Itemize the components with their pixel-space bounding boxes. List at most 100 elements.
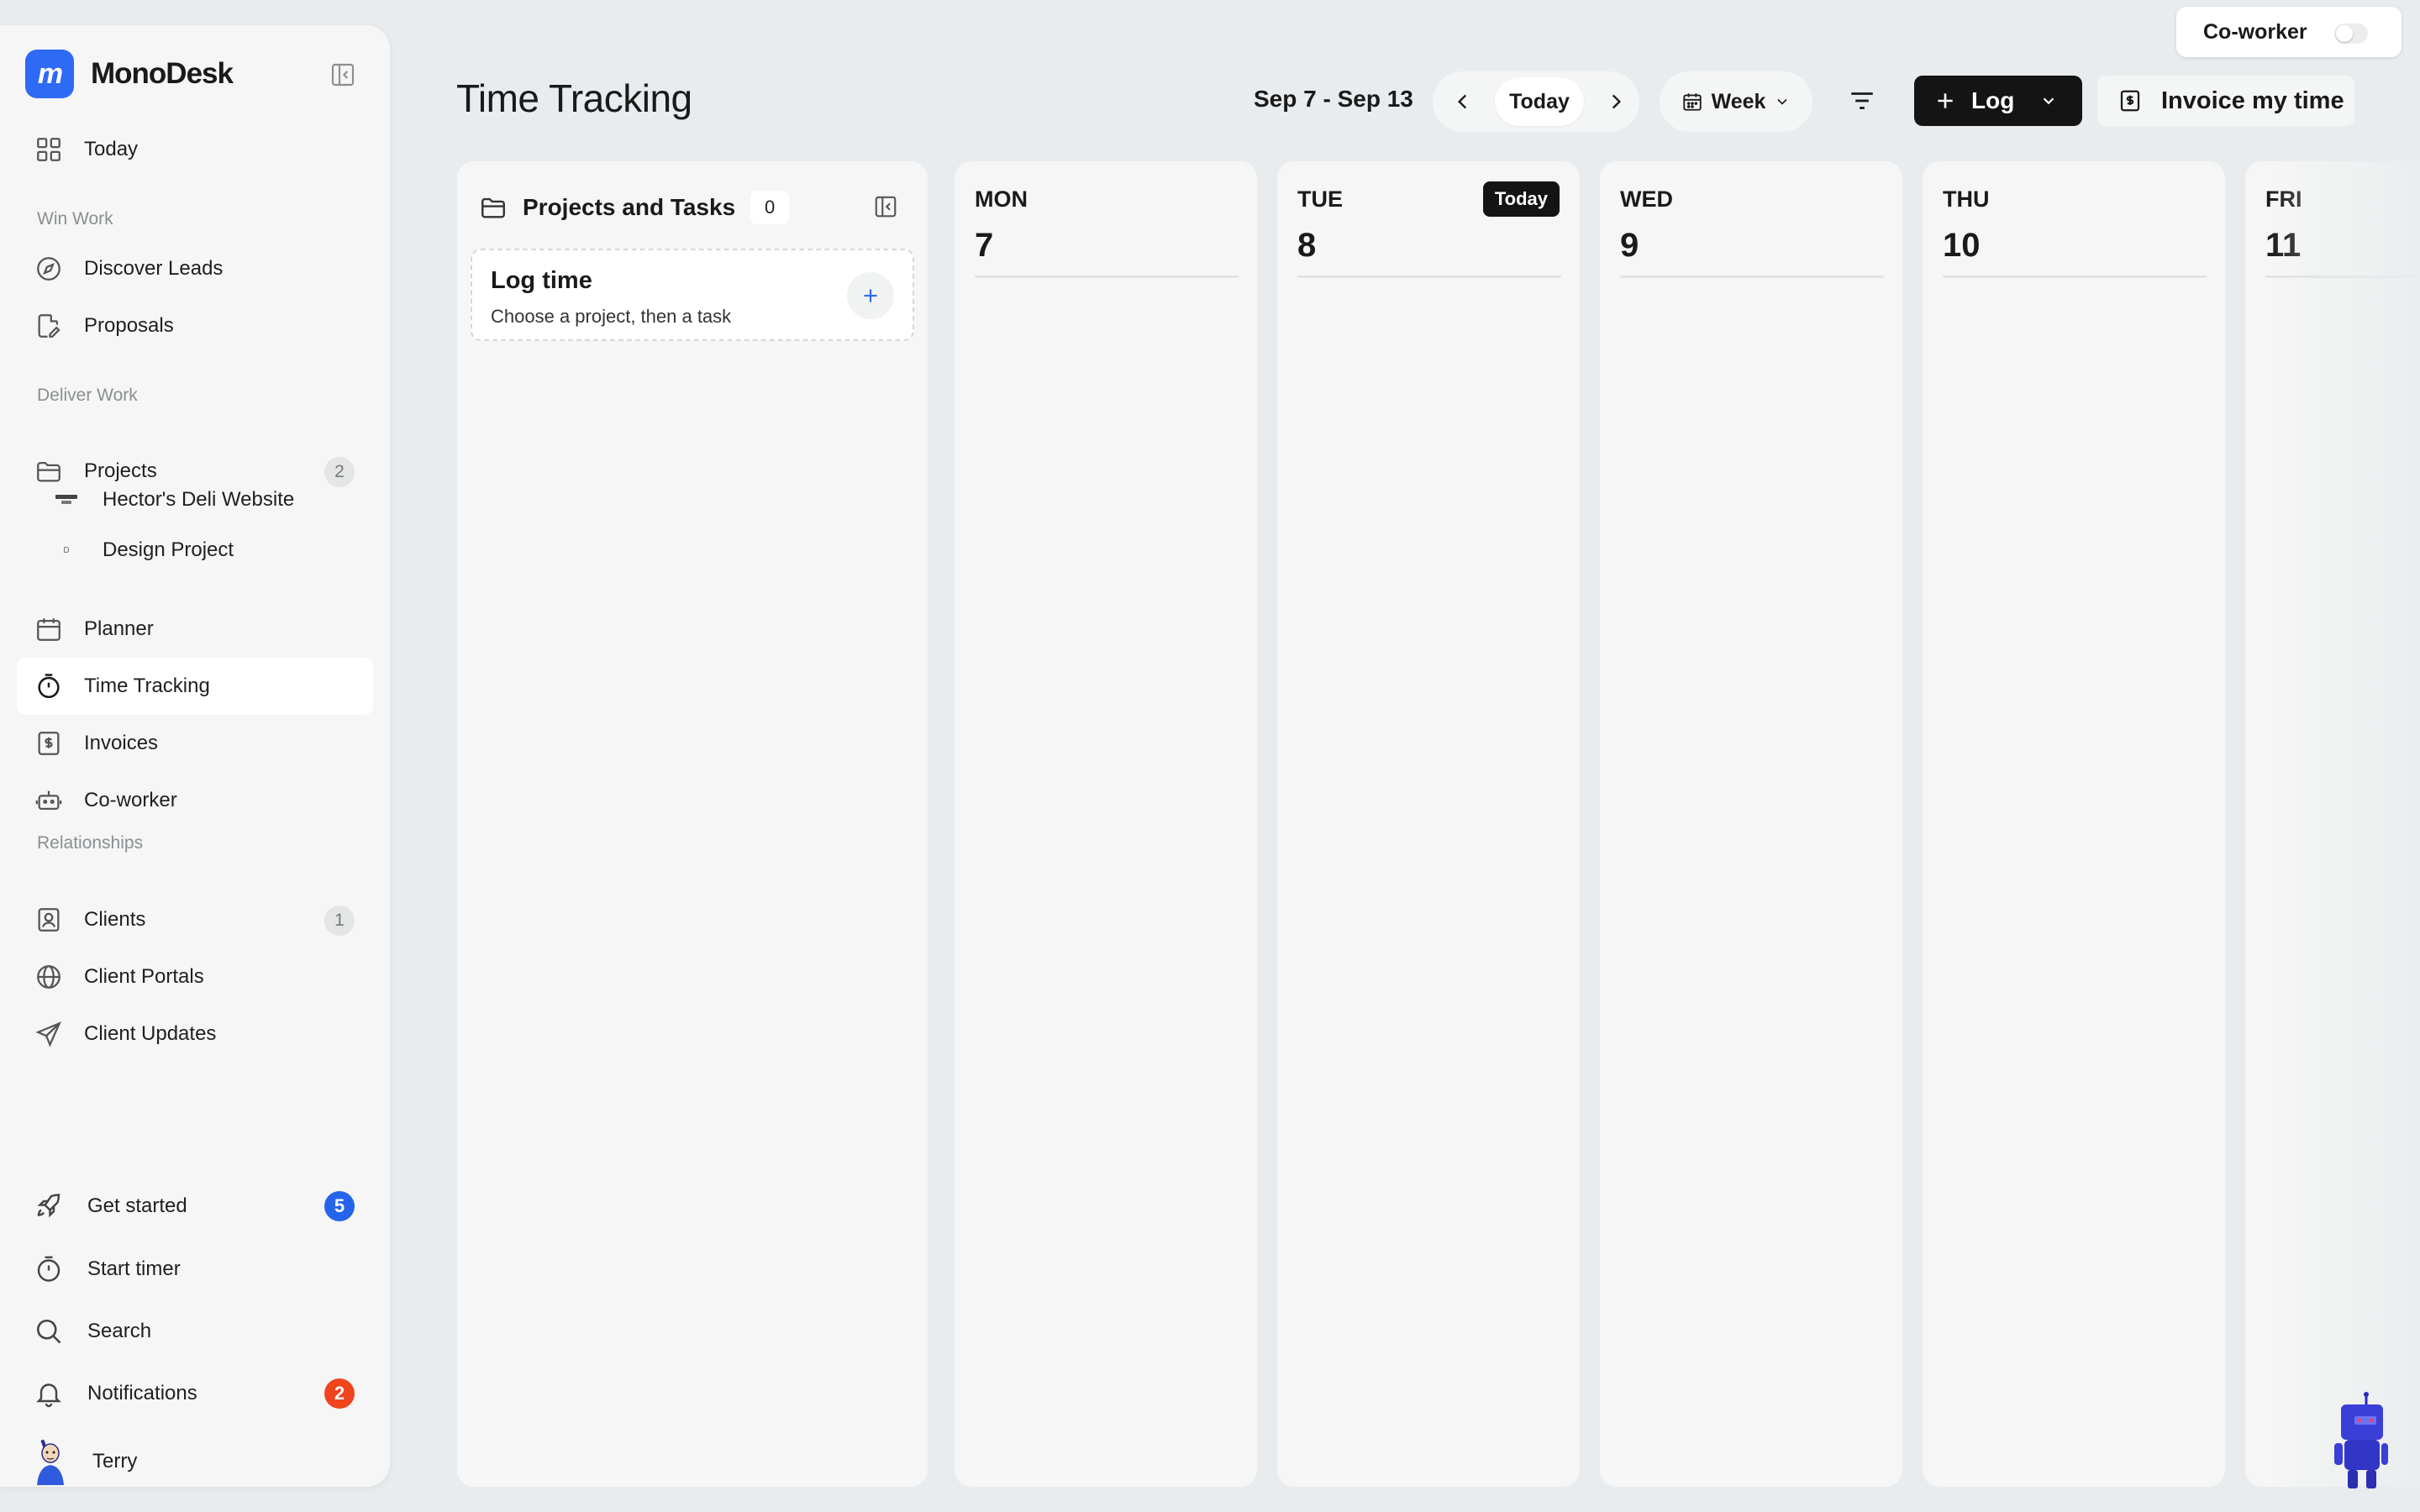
log-time-title: Log time <box>491 267 592 294</box>
day-divider <box>1620 276 1884 278</box>
calendar-icon <box>1682 93 1702 111</box>
coworker-robot-icon[interactable] <box>2329 1391 2390 1492</box>
day-column-mon[interactable]: MON 7 <box>955 161 1257 1487</box>
collapse-sidebar-button[interactable] <box>329 61 356 88</box>
switch-knob <box>2336 25 2353 42</box>
dollar-document-icon <box>2120 90 2140 112</box>
chevron-left-icon <box>1457 94 1467 109</box>
contact-card-icon <box>34 905 64 935</box>
today-button[interactable]: Today <box>1495 77 1584 126</box>
sidebar-item-coworker[interactable]: Co-worker <box>17 772 373 829</box>
sidebar-item-planner[interactable]: Planner <box>17 601 373 658</box>
projects-panel-title: Projects and Tasks <box>523 194 736 220</box>
plus-icon <box>1938 93 1953 108</box>
previous-week-button[interactable] <box>1439 78 1486 125</box>
day-divider <box>1297 276 1561 278</box>
sidebar-item-label: Client Portals <box>84 965 204 988</box>
log-button[interactable]: Log <box>1914 76 2082 126</box>
invoice-my-time-button[interactable]: Invoice my time <box>2097 76 2354 126</box>
chevron-down-icon <box>1777 98 1788 105</box>
rocket-icon <box>34 1191 64 1221</box>
view-select-label: Week <box>1711 89 1766 113</box>
day-number: 10 <box>1943 227 1981 264</box>
project-thumbnail <box>54 491 79 509</box>
day-column-tue[interactable]: TUE Today 8 <box>1277 161 1580 1487</box>
sidebar-item-get-started[interactable]: Get started 5 <box>17 1178 373 1235</box>
sidebar-item-label: Proposals <box>84 314 174 337</box>
sidebar-item-label: Client Updates <box>84 1022 217 1045</box>
coworker-switch[interactable] <box>2334 24 2368 44</box>
day-name: WED <box>1620 186 1673 212</box>
sidebar-item-discover-leads[interactable]: Discover Leads <box>17 240 373 297</box>
sidebar-item-label: Search <box>87 1320 152 1342</box>
sidebar-item-start-timer[interactable]: Start timer <box>17 1241 373 1298</box>
day-column-thu[interactable]: THU 10 <box>1923 161 2225 1487</box>
get-started-count-badge: 5 <box>324 1191 355 1221</box>
day-column-wed[interactable]: WED 9 <box>1600 161 1902 1487</box>
day-name: THU <box>1943 186 1990 212</box>
log-time-card[interactable]: Log time Choose a project, then a task <box>471 249 914 341</box>
stopwatch-icon <box>34 1254 64 1284</box>
panel-collapse-icon <box>875 196 897 218</box>
compass-icon <box>34 254 64 284</box>
sidebar-item-label: Get started <box>87 1194 187 1217</box>
app-root: m MonoDesk Today Win Work Discover Leads… <box>0 0 2420 1512</box>
coworker-toggle-label: Co-worker <box>2203 19 2307 44</box>
project-thumbnail: D <box>63 545 70 555</box>
section-label-win-work: Win Work <box>37 209 113 228</box>
coworker-toggle[interactable]: Co-worker <box>2176 7 2402 57</box>
chevron-right-icon <box>1612 94 1622 109</box>
filter-button[interactable] <box>1845 82 1879 119</box>
sidebar-item-client-portals[interactable]: Client Portals <box>17 948 373 1005</box>
sidebar-item-clients[interactable]: Clients 1 <box>17 891 373 948</box>
add-log-button[interactable] <box>847 272 894 319</box>
projects-count-badge: 2 <box>324 457 355 487</box>
avatar <box>32 1438 69 1485</box>
sidebar-subitem-label: Hector's Deli Website <box>103 488 295 511</box>
user-name: Terry <box>92 1450 138 1473</box>
sidebar-item-label: Invoices <box>84 732 159 754</box>
day-number: 8 <box>1297 227 1317 264</box>
stopwatch-icon <box>34 671 64 701</box>
dollar-document-icon <box>34 728 64 759</box>
sidebar-collapse-icon <box>331 63 355 87</box>
sidebar-item-client-updates[interactable]: Client Updates <box>17 1005 373 1063</box>
sidebar-subitem-design-project[interactable]: D Design Project <box>54 529 234 571</box>
sidebar-item-label: Clients <box>84 908 146 931</box>
sidebar-item-label: Discover Leads <box>84 257 224 280</box>
sidebar-item-notifications[interactable]: Notifications 2 <box>17 1365 373 1422</box>
sidebar-item-invoices[interactable]: Invoices <box>17 715 373 772</box>
brand[interactable]: m MonoDesk <box>25 49 234 99</box>
chevron-down-icon[interactable] <box>2039 92 2058 110</box>
sidebar-item-time-tracking[interactable]: Time Tracking <box>17 658 373 715</box>
plus-icon <box>864 289 877 302</box>
section-label-deliver-work: Deliver Work <box>37 386 138 405</box>
sidebar-item-label: Co-worker <box>84 789 177 811</box>
sidebar-item-label: Notifications <box>87 1382 197 1404</box>
search-icon <box>34 1316 64 1347</box>
sidebar-item-label: Start timer <box>87 1257 181 1280</box>
document-edit-icon <box>34 311 64 341</box>
day-name: FRI <box>2265 186 2302 212</box>
day-number: 9 <box>1620 227 1639 264</box>
view-select[interactable]: Week <box>1660 71 1812 132</box>
day-column-fri[interactable]: FRI 11 <box>2245 161 2420 1487</box>
sidebar-item-today[interactable]: Today <box>17 121 373 178</box>
bell-icon <box>34 1378 64 1409</box>
app-name: MonoDesk <box>91 57 234 90</box>
sidebar-item-user[interactable]: Terry <box>17 1433 373 1490</box>
projects-panel-header: Projects and Tasks 0 <box>479 188 790 227</box>
day-number: 7 <box>975 227 994 264</box>
day-divider <box>975 276 1239 278</box>
sidebar-subitem-hectors-deli[interactable]: Hector's Deli Website <box>54 479 294 521</box>
sidebar-item-search[interactable]: Search <box>17 1303 373 1360</box>
grid-icon <box>34 134 64 165</box>
projects-and-tasks-panel: Projects and Tasks 0 Log time Choose a p… <box>457 161 928 1487</box>
invoice-my-time-label: Invoice my time <box>2161 87 2344 114</box>
collapse-panel-button[interactable] <box>872 193 899 220</box>
sidebar-item-proposals[interactable]: Proposals <box>17 297 373 354</box>
next-week-button[interactable] <box>1592 78 1639 125</box>
globe-icon <box>34 962 64 992</box>
day-name: TUE <box>1297 186 1343 212</box>
clients-count-badge: 1 <box>324 906 355 936</box>
